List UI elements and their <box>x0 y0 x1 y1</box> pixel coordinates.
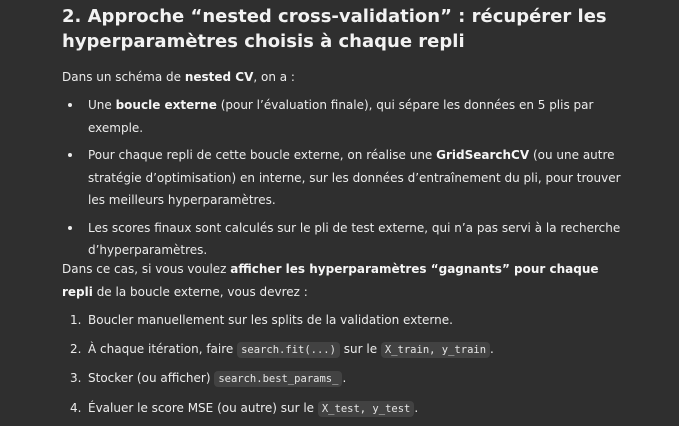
bullet-item: Les scores finaux sont calculés sur le p… <box>62 217 622 262</box>
step-number: 3. <box>70 371 82 386</box>
para2-prefix: Dans ce cas, si vous voulez <box>62 262 231 276</box>
para2-suffix: de la boucle externe, vous devrez : <box>92 284 308 299</box>
bullet-2-prefix: Pour chaque repli de cette boucle extern… <box>88 148 437 162</box>
step-3-prefix: Stocker (ou afficher) <box>88 371 215 386</box>
bullet-1-prefix: Une <box>88 98 116 112</box>
step-2-suffix: . <box>490 341 494 356</box>
bullet-3-text: Les scores finaux sont calculés sur le p… <box>88 220 621 258</box>
bullet-item: Une boucle externe (pour l’évaluation fi… <box>62 94 622 139</box>
intro-suffix: , on a : <box>253 70 295 84</box>
inline-code: X_train, y_train <box>380 341 491 358</box>
inline-code: search.fit(...) <box>237 341 340 358</box>
step-1-text: Boucler manuellement sur les splits de l… <box>88 313 453 327</box>
nested-cv-paragraph: Dans ce cas, si vous voulez afficher les… <box>62 258 622 303</box>
intro-bold: nested CV <box>184 70 254 84</box>
step-item: 1. Boucler manuellement sur les splits de… <box>62 309 622 331</box>
bullet-item: Pour chaque repli de cette boucle extern… <box>62 144 622 212</box>
bullet-2-bold: GridSearchCV <box>436 148 530 162</box>
bullet-1-bold: boucle externe <box>115 98 217 112</box>
step-item: 2. À chaque itération, faire search.fit(.… <box>62 338 622 361</box>
step-2-mid: sur le <box>339 341 381 356</box>
step-item: 4. Évaluer le score MSE (ou autre) sur le… <box>62 397 622 420</box>
step-3-suffix: . <box>342 371 347 386</box>
step-2-prefix: À chaque itération, faire <box>88 341 238 356</box>
step-number: 1. <box>70 313 82 327</box>
inline-code: X_test, y_test <box>317 400 415 417</box>
step-4-suffix: . <box>414 400 419 415</box>
bullet-list: Une boucle externe (pour l’évaluation fi… <box>62 94 622 267</box>
step-4-prefix: Évaluer le score MSE (ou autre) sur le <box>88 400 318 415</box>
step-number: 4. <box>70 400 82 415</box>
intro-paragraph: Dans un schéma de nested CV, on a : <box>62 67 622 87</box>
intro-prefix: Dans un schéma de <box>62 70 185 84</box>
section-heading: 2. Approche “nested cross-validation” : … <box>62 6 607 52</box>
step-number: 2. <box>70 341 82 356</box>
steps-list: 1. Boucler manuellement sur les splits de… <box>62 309 622 426</box>
inline-code: search.best_params_ <box>214 371 343 388</box>
step-item: 3. Stocker (ou afficher) search.best_para… <box>62 367 622 390</box>
